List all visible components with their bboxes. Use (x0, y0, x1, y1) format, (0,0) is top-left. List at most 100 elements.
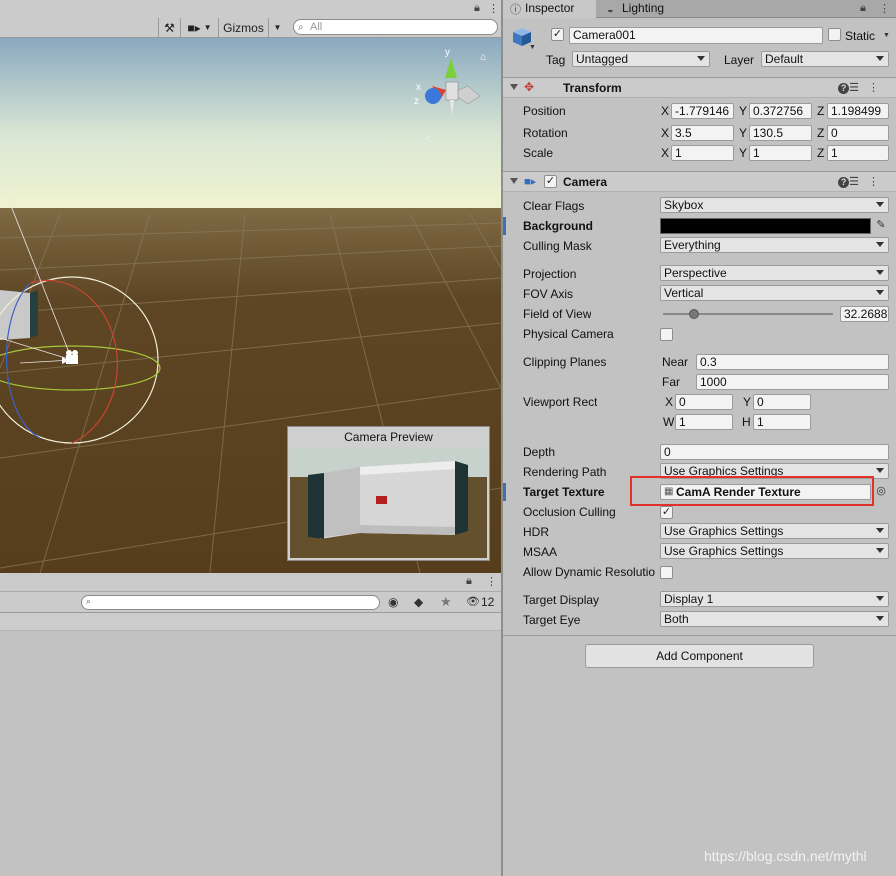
view-lock-icon[interactable]: ⌂ (480, 52, 486, 63)
axis-x-label: X (661, 104, 670, 118)
static-dropdown-icon[interactable]: ▼ (883, 32, 890, 39)
scale-z-field[interactable]: 1 (827, 145, 889, 161)
scene-search-input[interactable]: ⌕ All (293, 19, 498, 35)
physical-camera-checkbox[interactable] (660, 328, 673, 341)
clear-flags-label: Clear Flags (523, 199, 585, 213)
target-eye-dropdown[interactable]: Both (660, 611, 889, 627)
viewport-w-field[interactable]: 1 (675, 414, 733, 430)
hierarchy-panel: 🔒︎ ⋮ ⌕ ◉ ◆ ★ 👁︎ 12 (0, 573, 501, 876)
position-y-field[interactable]: 0.372756 (749, 103, 812, 119)
fov-slider-thumb[interactable] (689, 309, 699, 319)
component-divider (503, 635, 896, 636)
chevron-down-icon (876, 202, 884, 207)
favorite-star-icon[interactable]: ★ (440, 594, 452, 610)
active-checkbox[interactable]: ✓ (551, 28, 564, 41)
chevron-down-icon[interactable]: ▼ (529, 44, 536, 51)
layer-dropdown[interactable]: Default (761, 51, 889, 67)
lock-icon[interactable]: 🔒︎ (466, 575, 472, 588)
hierarchy-row[interactable] (0, 613, 501, 631)
far-row: Far 1000 (503, 372, 896, 392)
chevron-down-icon (876, 270, 884, 275)
culling-mask-dropdown[interactable]: Everything (660, 237, 889, 253)
object-picker-icon[interactable]: ◎ (873, 484, 889, 500)
rotation-z-field[interactable]: 0 (827, 125, 889, 141)
eyedropper-icon[interactable]: ✎ (873, 218, 889, 234)
depth-field[interactable]: 0 (660, 444, 889, 460)
static-checkbox[interactable] (828, 28, 841, 41)
transform-axes-icon: ✥ (524, 80, 535, 94)
camera-header[interactable]: ■▸ ✓ Camera ? ☰⋮ (503, 171, 896, 192)
occlusion-culling-label: Occlusion Culling (523, 505, 616, 519)
gizmos-dropdown-arrow[interactable]: ▼ (268, 18, 286, 37)
camera-dropdown[interactable]: ■▸ ▼ (180, 18, 218, 37)
search-icon: ⌕ (86, 596, 92, 606)
viewport-x-field[interactable]: 0 (675, 394, 733, 410)
target-display-label: Target Display (523, 593, 600, 607)
visibility-count: 12 (481, 595, 495, 609)
background-color-field[interactable] (660, 218, 871, 234)
chevron-down-icon (876, 596, 884, 601)
chevron-down-icon (876, 56, 884, 61)
filter-type-icon[interactable]: ◉ (388, 595, 398, 609)
field-of-view-field[interactable]: 32.2688 (840, 306, 889, 322)
scale-y-field[interactable]: 1 (749, 145, 812, 161)
near-field[interactable]: 0.3 (696, 354, 889, 370)
gizmos-button[interactable]: Gizmos (218, 18, 268, 37)
near-label: Near (662, 355, 689, 369)
hierarchy-toolbar: ⌕ ◉ ◆ ★ 👁︎ 12 (0, 591, 501, 613)
tag-dropdown[interactable]: Untagged (572, 51, 710, 67)
hierarchy-search-input[interactable]: ⌕ (81, 595, 380, 610)
axis-y-label: Y (739, 146, 748, 160)
label-tag-icon[interactable]: ◆ (414, 595, 423, 609)
axis-z-label: Z (817, 104, 825, 118)
rotation-label: Rotation (523, 126, 568, 140)
object-name-field[interactable]: Camera001 (569, 27, 823, 44)
msaa-dropdown[interactable]: Use Graphics Settings (660, 543, 889, 559)
foldout-arrow-icon[interactable] (510, 178, 518, 184)
clear-flags-dropdown[interactable]: Skybox (660, 197, 889, 213)
fov-axis-row: FOV Axis Vertical (503, 284, 896, 304)
transform-header[interactable]: ✥ Transform ? ☰⋮ (503, 77, 896, 98)
viewport-y-field[interactable]: 0 (753, 394, 811, 410)
foldout-arrow-icon[interactable] (510, 84, 518, 90)
more-menu-icon[interactable]: ⋮ (486, 575, 497, 588)
tab-lighting[interactable]: ◒ Lighting (600, 0, 690, 18)
viewport-x-label: X (665, 395, 674, 409)
background-row: Background ✎ (503, 216, 896, 236)
target-texture-label: Target Texture (523, 485, 605, 499)
tab-inspector[interactable]: ⓘ Inspector (503, 0, 596, 18)
chevron-down-icon (876, 242, 884, 247)
camera-preview-title: Camera Preview (344, 430, 433, 444)
rotation-y-field[interactable]: 130.5 (749, 125, 812, 141)
transform-title: Transform (563, 81, 622, 95)
position-z-field[interactable]: 1.198499 (827, 103, 889, 119)
physical-camera-row: Physical Camera (503, 324, 896, 344)
help-icon[interactable]: ? (838, 177, 850, 188)
lock-icon[interactable]: 🔒︎ (474, 2, 480, 15)
fov-axis-dropdown[interactable]: Vertical (660, 285, 889, 301)
rendering-path-label: Rendering Path (523, 465, 607, 479)
help-icon[interactable]: ? (838, 83, 850, 94)
viewport-y-label: Y (743, 395, 752, 409)
camera-preview-window: Camera Preview (287, 426, 490, 561)
sky (0, 38, 501, 213)
far-field[interactable]: 1000 (696, 374, 889, 390)
viewport-h-field[interactable]: 1 (753, 414, 811, 430)
position-x-field[interactable]: -1.779146 (671, 103, 734, 119)
viewport-wh-row: W 1 H 1 (503, 412, 896, 432)
tools-icon[interactable]: ⚒ (158, 18, 180, 37)
add-component-button[interactable]: Add Component (585, 644, 814, 668)
allow-dynamic-resolution-checkbox[interactable] (660, 566, 673, 579)
projection-dropdown[interactable]: Perspective (660, 265, 889, 281)
more-menu-icon[interactable]: ⋮ (488, 2, 499, 15)
scale-x-field[interactable]: 1 (671, 145, 734, 161)
hidden-eye-icon[interactable]: 👁︎ (466, 595, 480, 608)
chevron-down-icon (876, 290, 884, 295)
hdr-dropdown[interactable]: Use Graphics Settings (660, 523, 889, 539)
lock-icon[interactable]: 🔒︎ (860, 2, 866, 15)
target-display-dropdown[interactable]: Display 1 (660, 591, 889, 607)
occlusion-culling-checkbox[interactable]: ✓ (660, 506, 673, 519)
rotation-x-field[interactable]: 3.5 (671, 125, 734, 141)
more-menu-icon[interactable]: ⋮ (879, 2, 890, 15)
camera-enabled-checkbox[interactable]: ✓ (544, 175, 557, 188)
